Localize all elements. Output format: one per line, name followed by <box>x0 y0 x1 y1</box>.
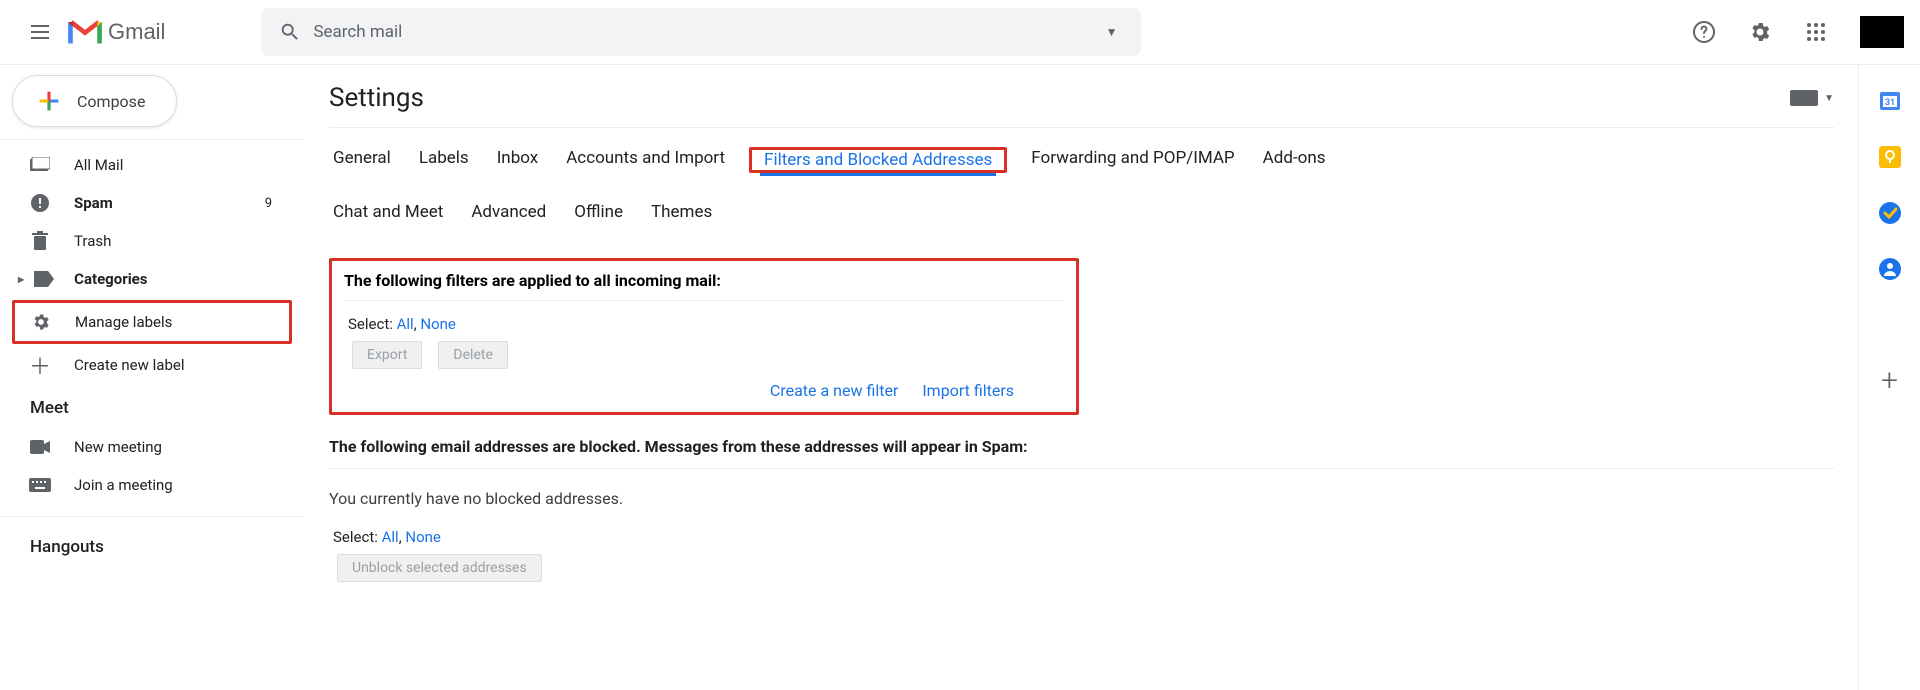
get-addons-button[interactable]: + <box>1881 363 1898 398</box>
blocked-select-none[interactable]: None <box>405 528 441 546</box>
unblock-button[interactable]: Unblock selected addresses <box>337 554 542 582</box>
tab-filters[interactable]: Filters and Blocked Addresses <box>760 142 996 180</box>
search-options-caret[interactable]: ▼ <box>1090 25 1134 39</box>
google-apps-icon[interactable] <box>1796 12 1836 52</box>
sidebar-item-label: Categories <box>74 270 147 288</box>
compose-button[interactable]: Compose <box>12 75 177 127</box>
tab-accounts[interactable]: Accounts and Import <box>562 140 729 180</box>
settings-tabs: General Labels Inbox Accounts and Import… <box>329 128 1834 180</box>
meet-section-title: Meet <box>0 384 304 428</box>
export-button[interactable]: Export <box>352 341 422 369</box>
tab-forwarding[interactable]: Forwarding and POP/IMAP <box>1027 140 1238 180</box>
logo-text: Gmail <box>108 19 165 45</box>
sidebar-item-spam[interactable]: Spam 9 <box>0 184 304 222</box>
import-filters-link[interactable]: Import filters <box>922 381 1014 400</box>
tasks-icon[interactable] <box>1878 201 1902 225</box>
gear-icon <box>29 312 53 332</box>
spam-count: 9 <box>265 196 272 211</box>
sidebar-item-manage-labels[interactable]: Manage labels <box>15 303 289 341</box>
sidebar-item-label: Trash <box>74 232 111 250</box>
keyboard-icon <box>1790 90 1818 106</box>
filters-heading: The following filters are applied to all… <box>344 271 1064 290</box>
search-bar[interactable]: ▼ <box>261 8 1141 56</box>
filters-panel: The following filters are applied to all… <box>329 258 1079 415</box>
tab-chat[interactable]: Chat and Meet <box>329 194 447 234</box>
filters-select-all[interactable]: All <box>397 315 414 333</box>
camera-icon <box>28 440 52 454</box>
gmail-icon <box>68 19 102 45</box>
delete-button[interactable]: Delete <box>438 341 507 369</box>
tab-labels[interactable]: Labels <box>415 140 473 180</box>
account-avatar[interactable] <box>1860 16 1904 48</box>
sidebar-item-trash[interactable]: Trash <box>0 222 304 260</box>
support-icon[interactable] <box>1684 12 1724 52</box>
tab-themes[interactable]: Themes <box>647 194 716 234</box>
sidebar-item-label: Manage labels <box>75 313 172 331</box>
trash-icon <box>28 231 52 251</box>
search-input[interactable] <box>311 21 1089 43</box>
blocked-select-label: Select: <box>333 528 378 546</box>
sidebar-item-label: Create new label <box>74 356 184 374</box>
tab-advanced[interactable]: Advanced <box>467 194 550 234</box>
sidebar-item-allmail[interactable]: All Mail <box>0 146 304 184</box>
filters-select-none[interactable]: None <box>420 315 456 333</box>
create-filter-link[interactable]: Create a new filter <box>770 381 898 400</box>
keyboard-icon <box>28 478 52 492</box>
compose-label: Compose <box>77 92 145 111</box>
chevron-down-icon: ▼ <box>1824 93 1834 104</box>
svg-text:31: 31 <box>1884 98 1894 108</box>
sidebar-item-new-meeting[interactable]: New meeting <box>0 428 304 466</box>
spam-icon <box>28 193 52 213</box>
page-title: Settings <box>329 83 424 113</box>
mail-stack-icon <box>28 157 52 173</box>
main-menu-button[interactable] <box>16 8 64 56</box>
no-blocked-text: You currently have no blocked addresses. <box>329 489 1834 508</box>
contacts-icon[interactable] <box>1878 257 1902 281</box>
plus-icon <box>35 87 63 115</box>
tab-addons[interactable]: Add-ons <box>1259 140 1330 180</box>
label-icon <box>32 271 56 287</box>
tab-offline[interactable]: Offline <box>570 194 627 234</box>
input-tools-button[interactable]: ▼ <box>1790 90 1834 106</box>
search-icon <box>279 21 301 43</box>
tab-inbox[interactable]: Inbox <box>493 140 543 180</box>
gmail-logo[interactable]: Gmail <box>68 19 165 45</box>
blocked-select-all[interactable]: All <box>382 528 399 546</box>
tab-general[interactable]: General <box>329 140 395 180</box>
sidebar-item-create-label[interactable]: ＋ Create new label <box>0 346 304 384</box>
sidebar-item-label: New meeting <box>74 438 162 456</box>
plus-icon: ＋ <box>28 349 52 381</box>
keep-icon[interactable] <box>1878 145 1902 169</box>
settings-icon[interactable] <box>1740 12 1780 52</box>
sidebar-item-label: Join a meeting <box>74 476 173 494</box>
sidebar-item-join-meeting[interactable]: Join a meeting <box>0 466 304 504</box>
blocked-heading: The following email addresses are blocke… <box>329 437 1834 456</box>
caret-icon: ▶ <box>18 275 24 284</box>
calendar-icon[interactable]: 31 <box>1878 89 1902 113</box>
sidebar-item-categories[interactable]: ▶ Categories <box>0 260 304 298</box>
filters-select-label: Select: <box>348 315 393 333</box>
sidebar-item-label: Spam <box>74 194 113 212</box>
hangouts-section-title: Hangouts <box>0 523 304 567</box>
sidebar-item-label: All Mail <box>74 156 123 174</box>
